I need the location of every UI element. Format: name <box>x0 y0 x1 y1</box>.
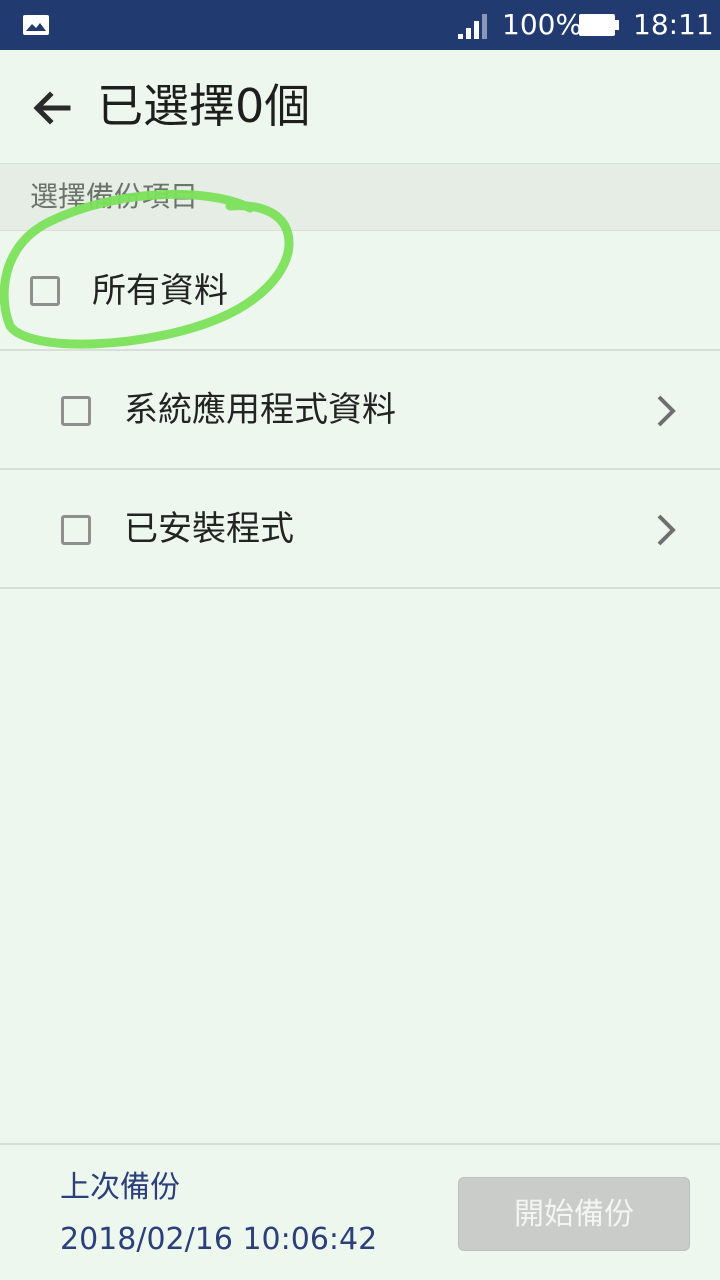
clock: 18:11 <box>633 8 714 41</box>
checkbox-installed-apps[interactable] <box>61 515 91 545</box>
section-header-label: 選擇備份項目 <box>30 180 199 213</box>
battery-icon <box>579 14 619 36</box>
list-item-installed-apps[interactable]: 已安裝程式 <box>0 470 720 589</box>
gallery-icon <box>23 15 49 35</box>
footer: 上次備份 2018/02/16 10:06:42 開始備份 <box>0 1143 720 1280</box>
signal-icon <box>458 14 487 39</box>
chevron-right-icon[interactable] <box>650 510 680 550</box>
list-item-label: 已安裝程式 <box>124 509 294 549</box>
status-bar: 100% 18:11 <box>0 0 720 50</box>
chevron-right-icon[interactable] <box>650 391 680 431</box>
page-title: 已選擇0個 <box>97 79 311 133</box>
list-item-system-app-data[interactable]: 系統應用程式資料 <box>0 351 720 470</box>
checkbox-all-data[interactable] <box>30 276 60 306</box>
list-item-label: 系統應用程式資料 <box>124 390 396 430</box>
list-item-all-data[interactable]: 所有資料 <box>0 232 720 351</box>
start-backup-button[interactable]: 開始備份 <box>458 1177 690 1251</box>
section-header: 選擇備份項目 <box>0 163 720 231</box>
back-arrow-icon[interactable] <box>28 84 76 132</box>
list-item-label: 所有資料 <box>92 271 228 311</box>
last-backup-time: 2018/02/16 10:06:42 <box>60 1222 378 1257</box>
app-bar: 已選擇0個 <box>0 50 720 163</box>
checkbox-system-app-data[interactable] <box>61 396 91 426</box>
last-backup-label: 上次備份 <box>60 1170 180 1205</box>
battery-percent: 100% <box>502 8 583 41</box>
